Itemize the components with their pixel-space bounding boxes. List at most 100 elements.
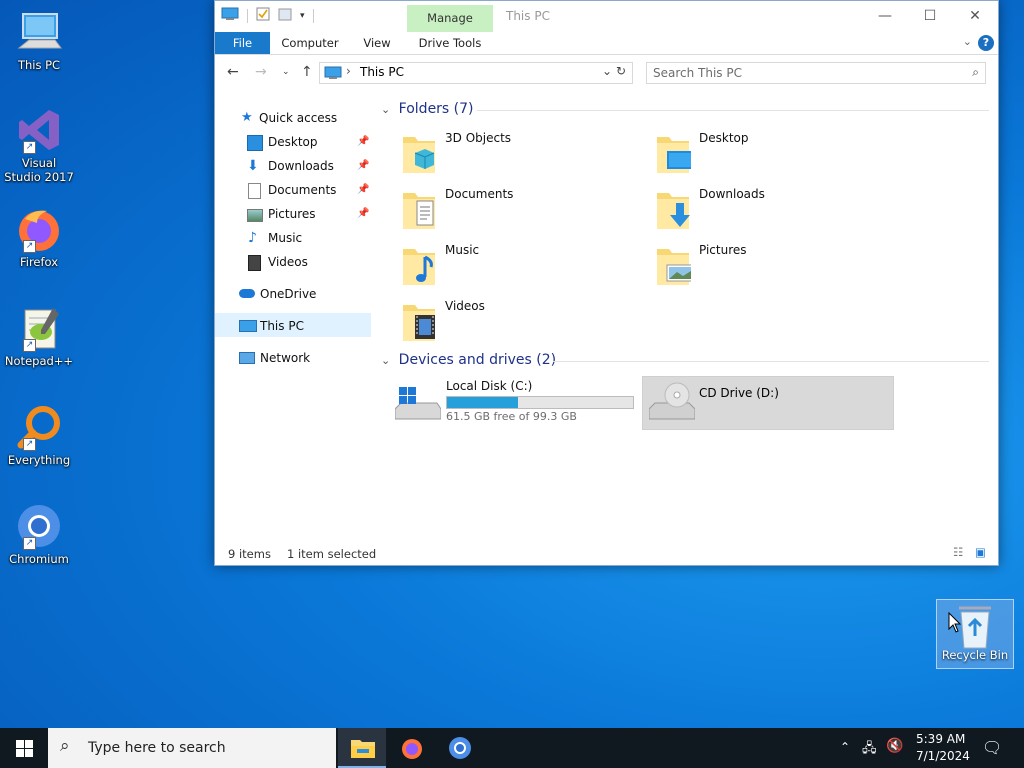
network-icon (239, 352, 255, 364)
folder-music[interactable]: Music (397, 243, 637, 295)
tab-manage[interactable]: Manage (407, 5, 493, 32)
divider (553, 361, 989, 362)
folder-label: Desktop (699, 131, 749, 145)
forward-arrow-icon[interactable]: → (255, 64, 267, 80)
status-item-count: 9 items (228, 547, 271, 561)
tab-computer[interactable]: Computer (275, 32, 345, 54)
help-icon[interactable]: ? (978, 35, 994, 51)
sidebar-item-label: Documents (268, 183, 337, 197)
address-field[interactable]: › This PC ⌄ ↻ (319, 62, 633, 84)
sidebar-item-downloads[interactable]: ⬇ Downloads 📌 (247, 155, 403, 177)
folder-desktop[interactable]: Desktop (651, 131, 891, 183)
search-placeholder: Type here to search (88, 740, 226, 756)
sidebar-item-documents[interactable]: Documents 📌 (247, 179, 403, 201)
sidebar-item-this-pc[interactable]: This PC (239, 315, 304, 337)
music-note-icon: ♪ (248, 230, 257, 246)
recent-locations-icon[interactable]: ⌄ (282, 67, 290, 77)
drive-free-space: 61.5 GB free of 99.3 GB (446, 410, 577, 423)
show-hidden-icons-chevron-icon[interactable]: ⌃ (840, 740, 850, 754)
search-icon[interactable]: ⌕ (972, 65, 979, 80)
volume-muted-icon[interactable]: 🔇 (886, 738, 903, 754)
folder-label: Downloads (699, 187, 765, 201)
desktop-icon-label: Everything (7, 453, 71, 467)
divider (312, 8, 314, 23)
desktop-icon-label: Firefox (19, 255, 59, 269)
sidebar-item-videos[interactable]: Videos (247, 251, 308, 273)
notepadpp-icon: ↗ (15, 304, 63, 352)
sidebar-item-label: Videos (268, 255, 308, 269)
devices-section-header[interactable]: ⌄ Devices and drives (2) (381, 352, 991, 368)
desktop-icon-chromium[interactable]: ↗ Chromium (4, 502, 74, 566)
sidebar-item-label: OneDrive (260, 287, 317, 301)
folder-music-icon (401, 245, 437, 287)
sidebar-item-network[interactable]: Network (239, 347, 310, 369)
desktop-icon-visual-studio[interactable]: ↗ Visual Studio 2017 (4, 106, 74, 184)
folder-downloads[interactable]: Downloads (651, 187, 891, 239)
folder-videos[interactable]: Videos (397, 299, 637, 351)
windows-logo-icon (16, 740, 33, 757)
taskbar-file-explorer[interactable] (338, 728, 386, 768)
sidebar-item-onedrive[interactable]: OneDrive (239, 283, 316, 305)
drive-label: CD Drive (D:) (699, 386, 779, 400)
maximize-button[interactable]: ☐ (907, 5, 953, 27)
folder-3d-objects[interactable]: 3D Objects (397, 131, 637, 183)
shortcut-arrow-icon: ↗ (23, 141, 36, 154)
picture-icon (247, 209, 263, 222)
address-bar-row: ← → ⌄ ↑ › This PC ⌄ ↻ Search This PC ⌕ (215, 55, 998, 89)
ribbon-tabs: File Computer View Drive Tools ⌄ ? (215, 32, 998, 55)
large-icons-view-icon[interactable]: ▣ (975, 545, 986, 559)
expand-ribbon-icon[interactable]: ⌄ (963, 35, 972, 48)
clock-date[interactable]: 7/1/2024 (916, 749, 970, 763)
folder-pictures[interactable]: Pictures (651, 243, 891, 295)
clock-time[interactable]: 5:39 AM (916, 732, 965, 746)
navigation-pane: ★ Quick access Desktop 📌 ⬇ Downloads 📌 D… (215, 103, 371, 533)
minimize-button[interactable]: — (862, 5, 908, 27)
network-status-icon[interactable]: 🖧 (862, 739, 877, 761)
this-pc-small-icon[interactable] (221, 7, 239, 24)
taskbar-search-input[interactable]: ⌕ Type here to search (48, 728, 336, 768)
desktop-icon-label: Notepad++ (4, 354, 74, 368)
refresh-icon[interactable]: ↻ (616, 64, 626, 78)
drive-cd-d[interactable]: CD Drive (D:) (642, 376, 894, 430)
notifications-icon[interactable]: 🗨 (982, 738, 1002, 757)
customize-toolbar-icon[interactable]: ▾ (300, 11, 305, 21)
folder-label: Music (445, 243, 480, 257)
folder-documents[interactable]: Documents (397, 187, 637, 239)
close-button[interactable]: ✕ (952, 5, 998, 27)
desktop-icon-this-pc[interactable]: This PC (4, 8, 74, 72)
search-input[interactable]: Search This PC ⌕ (646, 62, 986, 84)
quick-access-toolbar: ▾ (221, 7, 314, 24)
sidebar-item-pictures[interactable]: Pictures 📌 (247, 203, 403, 225)
tab-file[interactable]: File (215, 32, 270, 54)
properties-icon[interactable] (256, 7, 270, 24)
start-button[interactable] (0, 728, 48, 768)
up-arrow-icon[interactable]: ↑ (301, 64, 313, 80)
folders-section-header[interactable]: ⌄ Folders (7) (381, 101, 991, 117)
star-icon: ★ (241, 110, 253, 125)
details-view-icon[interactable]: ☷ (953, 545, 963, 559)
everything-search-icon: ↗ (15, 403, 63, 451)
sidebar-item-quick-access[interactable]: ★ Quick access (241, 107, 337, 129)
new-folder-icon[interactable] (278, 7, 292, 24)
disk-usage-bar (446, 396, 634, 409)
desktop-icon-notepadpp[interactable]: ↗ Notepad++ (4, 304, 74, 368)
sidebar-item-music[interactable]: ♪ Music (247, 227, 302, 249)
divider (477, 110, 989, 111)
shortcut-arrow-icon: ↗ (23, 339, 36, 352)
taskbar-firefox[interactable] (388, 728, 436, 768)
monitor-icon (239, 320, 257, 332)
desktop-icon-everything[interactable]: ↗ Everything (4, 403, 74, 467)
desktop-icon-firefox[interactable]: ↗ Firefox (4, 205, 74, 269)
address-dropdown-icon[interactable]: ⌄ (602, 64, 612, 78)
taskbar-chromium[interactable] (436, 728, 484, 768)
sidebar-item-desktop[interactable]: Desktop 📌 (247, 131, 403, 153)
drive-local-disk-c[interactable]: Local Disk (C:) 61.5 GB free of 99.3 GB (393, 377, 634, 429)
folder-videos-icon (401, 301, 437, 343)
sidebar-item-label: Downloads (268, 159, 334, 173)
tab-drive-tools[interactable]: Drive Tools (407, 32, 493, 54)
sidebar-item-label: Network (260, 351, 311, 365)
section-title: Devices and drives (2) (398, 352, 557, 368)
back-arrow-icon[interactable]: ← (227, 64, 239, 80)
tab-view[interactable]: View (355, 32, 399, 54)
breadcrumb[interactable]: This PC (360, 65, 404, 79)
